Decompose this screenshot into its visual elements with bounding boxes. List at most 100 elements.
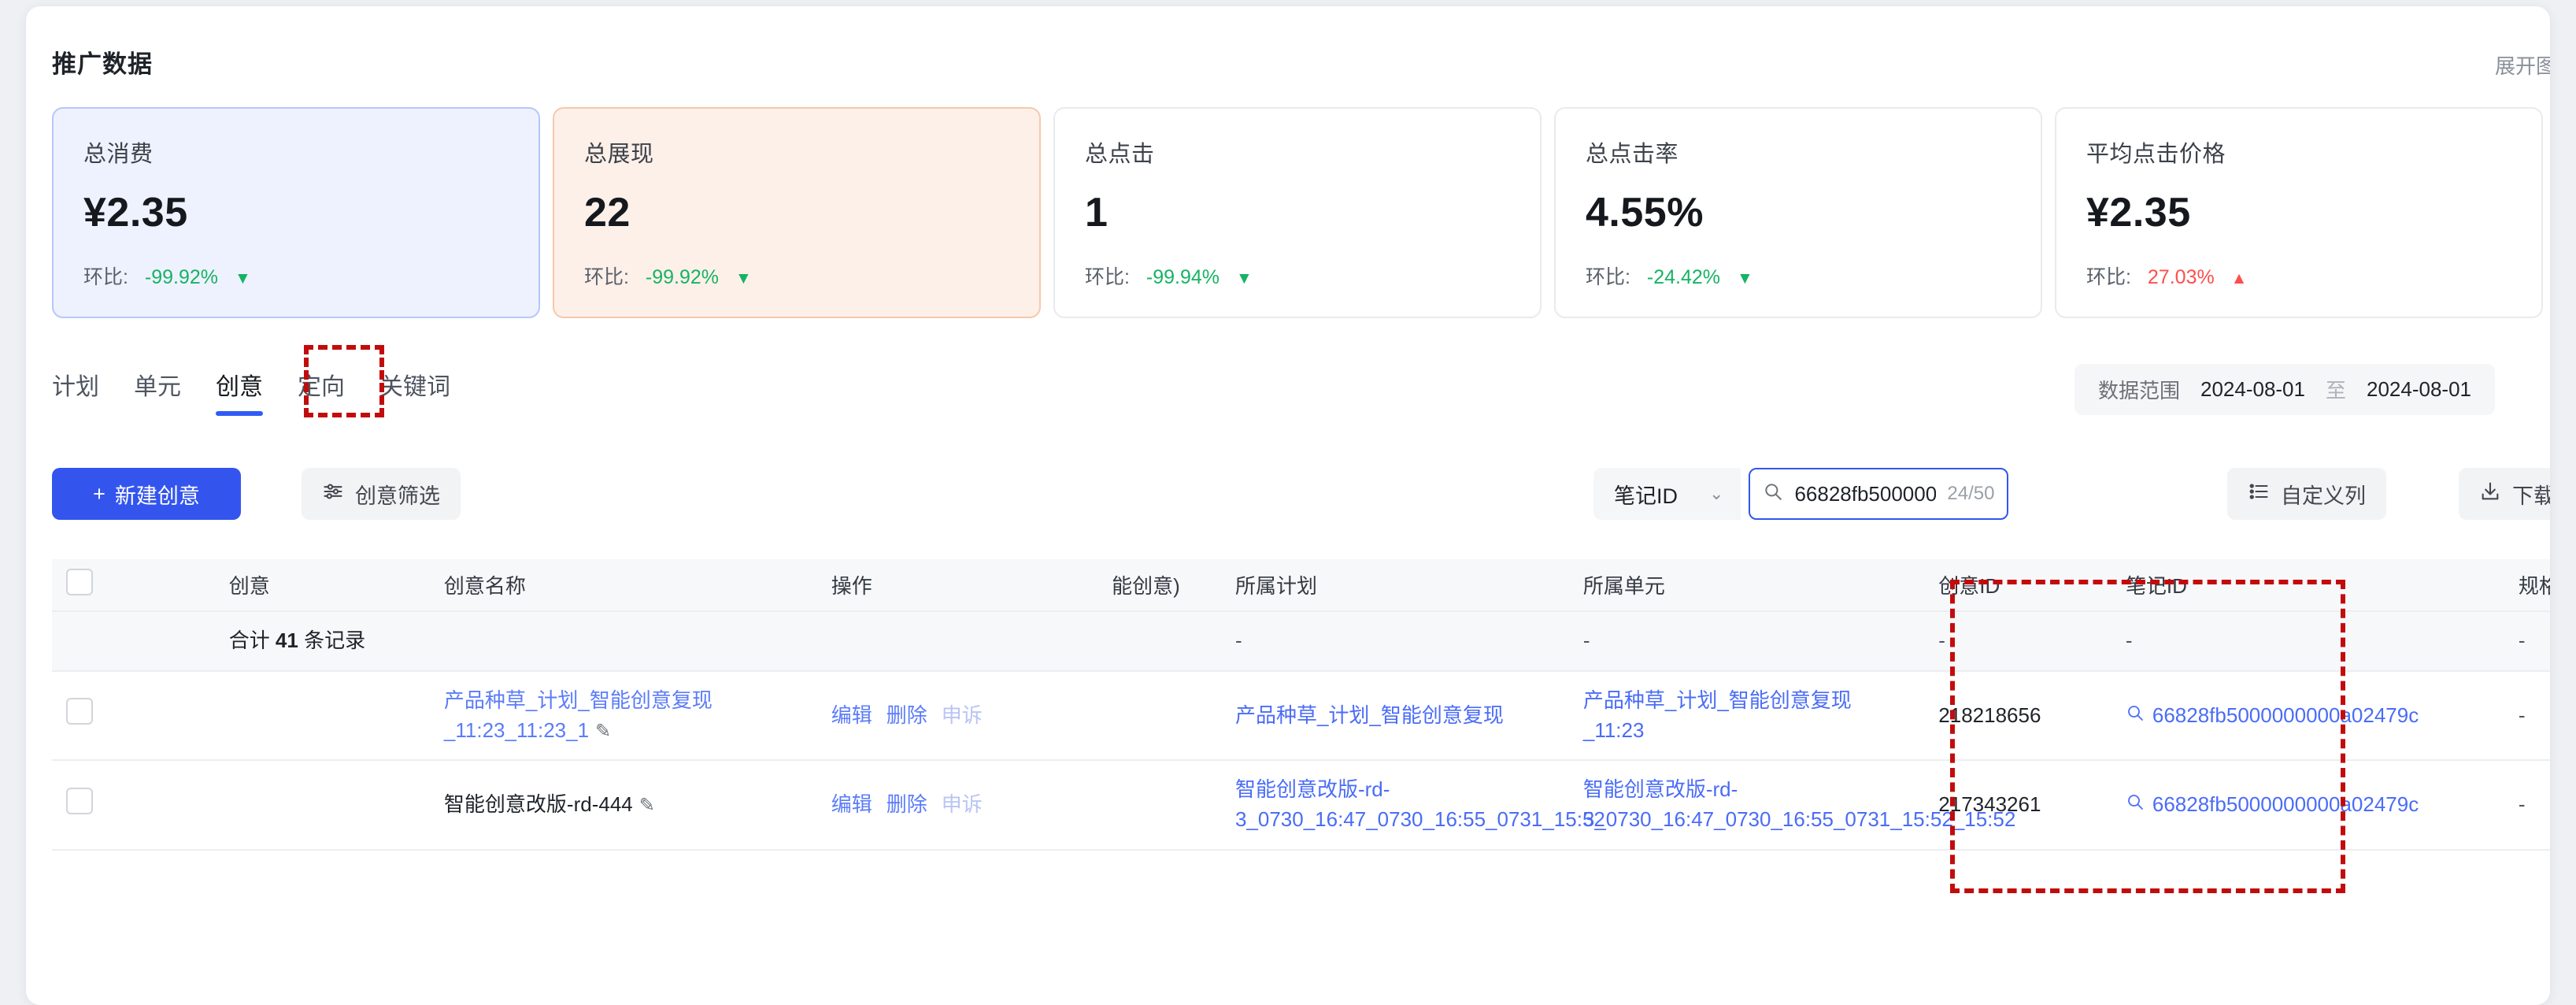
- plan-link[interactable]: 产品种草_计划_智能创意复现: [1235, 703, 1504, 727]
- row-thumbnail[interactable]: [214, 671, 430, 762]
- download-table-button[interactable]: 下载表: [2459, 468, 2550, 520]
- row-truncated: [1097, 671, 1221, 762]
- creative-name-text[interactable]: 产品种草_计划_智能创意复现_11:23_11:23_1: [444, 688, 712, 742]
- metric-compare-label: 环比:: [1586, 266, 1630, 288]
- unit-link[interactable]: 产品种草_计划_智能创意复现_11:23: [1583, 688, 1852, 742]
- summary-trunc: [1097, 611, 1221, 672]
- tab-creative[interactable]: 创意: [198, 362, 280, 425]
- header-switch: [134, 559, 215, 612]
- search-field-select[interactable]: 笔记ID ⌄: [1593, 468, 1741, 520]
- row-creative-id: 218218656: [1924, 671, 2112, 762]
- summary-check: [52, 611, 135, 672]
- row-creative-name: 智能创意改版-rd-444 ✎: [429, 760, 817, 851]
- creative-filter-button[interactable]: 创意筛选: [302, 468, 461, 520]
- chevron-down-icon: ⌄: [1709, 484, 1724, 503]
- summary-ops: [816, 611, 1098, 672]
- metric-value: ¥2.35: [83, 190, 188, 235]
- date-range-end[interactable]: 2024-08-01: [2367, 377, 2471, 402]
- metric-compare: 环比: -99.92% ▼: [584, 261, 752, 290]
- summary-prefix: 合计: [228, 629, 276, 653]
- header-plan: 所属计划: [1220, 559, 1569, 612]
- date-range-label: 数据范围: [2097, 379, 2180, 402]
- tab-keyword[interactable]: 关键词: [362, 362, 468, 425]
- summary-spec-id: -: [2504, 611, 2550, 672]
- select-all-checkbox[interactable]: [66, 569, 93, 595]
- metric-card-total-impressions: 总展现 22 环比: -99.92% ▼: [553, 107, 1041, 318]
- edit-link[interactable]: 编辑: [831, 792, 872, 816]
- tab-targeting[interactable]: 定向: [280, 362, 362, 425]
- expand-chart-link[interactable]: 展开图: [2495, 50, 2550, 80]
- header-select-all[interactable]: [52, 559, 135, 612]
- header-truncated: 能创意): [1097, 559, 1221, 612]
- row-select[interactable]: [52, 671, 135, 762]
- plan-link[interactable]: 智能创意改版-rd-3_0730_16:47_0730_16:55_0731_1…: [1235, 777, 1605, 831]
- row-checkbox[interactable]: [66, 787, 93, 814]
- row-select[interactable]: [52, 760, 135, 851]
- search-input[interactable]: 66828fb50000000 24/50: [1749, 468, 2009, 520]
- metric-compare-label: 环比:: [584, 266, 629, 288]
- search-char-counter: 24/50: [1947, 483, 1995, 504]
- row-plan: 智能创意改版-rd-3_0730_16:47_0730_16:55_0731_1…: [1220, 760, 1605, 851]
- header-creative: 创意: [214, 559, 430, 612]
- metric-compare: 环比: 27.03% ▲: [2086, 261, 2247, 290]
- creative-name-text[interactable]: 智能创意改版-rd-444: [444, 792, 633, 816]
- row-spec-id: -: [2504, 760, 2550, 851]
- note-id-link[interactable]: 66828fb5000000000a02479c: [2126, 790, 2490, 820]
- row-creative-name: 产品种草_计划_智能创意复现_11:23_11:23_1 ✎: [429, 671, 817, 762]
- metric-compare: 环比: -24.42% ▼: [1586, 261, 1753, 290]
- row-enable[interactable]: [134, 671, 215, 762]
- row-checkbox[interactable]: [66, 698, 93, 725]
- summary-creative-id: -: [1924, 611, 2112, 672]
- metric-card-ctr: 总点击率 4.55% 环比: -24.42% ▼: [1554, 107, 2042, 318]
- table-row: 智能创意改版-rd-444 ✎ 编辑 删除 申诉 智能创意改版-rd-3_0730_1…: [52, 760, 2550, 851]
- metric-compare-label: 环比:: [1085, 266, 1130, 288]
- metric-label: 总消费: [83, 142, 154, 167]
- row-thumbnail[interactable]: [214, 760, 430, 851]
- row-note-id: 66828fb5000000000a02479c: [2111, 760, 2504, 851]
- metric-compare-label: 环比:: [83, 266, 128, 288]
- table-header-row: 创意 创意名称 操作 能创意) 所属计划 所属单元 创意ID 笔记ID 规格ID: [52, 559, 2550, 612]
- header-operations: 操作: [816, 559, 1098, 612]
- metric-value: 4.55%: [1586, 190, 1704, 235]
- entity-tabs: 计划 单元 创意 定向 关键词: [52, 345, 468, 425]
- note-id-text: 66828fb5000000000a02479c: [2152, 792, 2419, 817]
- metric-cards: 总消费 ¥2.35 环比: -99.92% ▼ 总展现 22 环比: -99.9…: [52, 107, 2543, 318]
- row-unit: 产品种草_计划_智能创意复现_11:23: [1568, 671, 1925, 762]
- metric-card-avg-cpc: 平均点击价格 ¥2.35 环比: 27.03% ▲: [2055, 107, 2543, 318]
- arrow-down-icon: ▼: [735, 269, 752, 287]
- custom-columns-button[interactable]: 自定义列: [2227, 468, 2386, 520]
- date-range-picker[interactable]: 数据范围 2024-08-01 至 2024-08-01: [2074, 364, 2495, 415]
- appeal-link: 申诉: [941, 792, 983, 817]
- delete-link[interactable]: 删除: [886, 792, 927, 816]
- metric-delta: -99.94%: [1146, 266, 1220, 288]
- creative-filter-label: 创意筛选: [355, 484, 440, 508]
- metric-value: 22: [584, 190, 631, 235]
- table-row: 产品种草_计划_智能创意复现_11:23_11:23_1 ✎ 编辑 删除 申诉 产品种…: [52, 671, 2550, 762]
- metric-delta: -99.92%: [645, 266, 720, 288]
- metric-label: 平均点击价格: [2086, 142, 2226, 167]
- new-creative-button[interactable]: + 新建创意: [52, 468, 241, 520]
- tab-plan[interactable]: 计划: [52, 362, 117, 425]
- appeal-link: 申诉: [941, 703, 983, 727]
- search-group: 笔记ID ⌄ 66828fb50000000 24/50: [1593, 468, 2009, 520]
- metric-delta: -99.92%: [144, 266, 219, 288]
- creatives-table: 创意 创意名称 操作 能创意) 所属计划 所属单元 创意ID 笔记ID 规格ID…: [52, 559, 2550, 851]
- plus-icon: +: [93, 481, 105, 506]
- row-note-id: 66828fb5000000000a02479c: [2111, 671, 2504, 762]
- note-id-link[interactable]: 66828fb5000000000a02479c: [2126, 701, 2490, 731]
- table-summary-row: 合计 41 条记录 - - - - -: [52, 611, 2550, 672]
- row-plan: 产品种草_计划_智能创意复现: [1220, 671, 1569, 762]
- row-spec-id: -: [2504, 671, 2550, 762]
- tab-unit[interactable]: 单元: [117, 362, 198, 425]
- edit-pencil-icon[interactable]: ✎: [639, 792, 655, 820]
- delete-link[interactable]: 删除: [886, 703, 927, 727]
- edit-link[interactable]: 编辑: [831, 703, 872, 727]
- row-enable[interactable]: [134, 760, 215, 851]
- edit-pencil-icon[interactable]: ✎: [595, 718, 611, 746]
- search-field-value: 笔记ID: [1614, 484, 1678, 508]
- metric-label: 总点击率: [1586, 142, 1679, 167]
- date-range-start[interactable]: 2024-08-01: [2200, 377, 2305, 402]
- summary-note-id: -: [2111, 611, 2504, 672]
- header-creative-id: 创意ID: [1924, 559, 2112, 612]
- metric-card-total-cost: 总消费 ¥2.35 环比: -99.92% ▼: [52, 107, 540, 318]
